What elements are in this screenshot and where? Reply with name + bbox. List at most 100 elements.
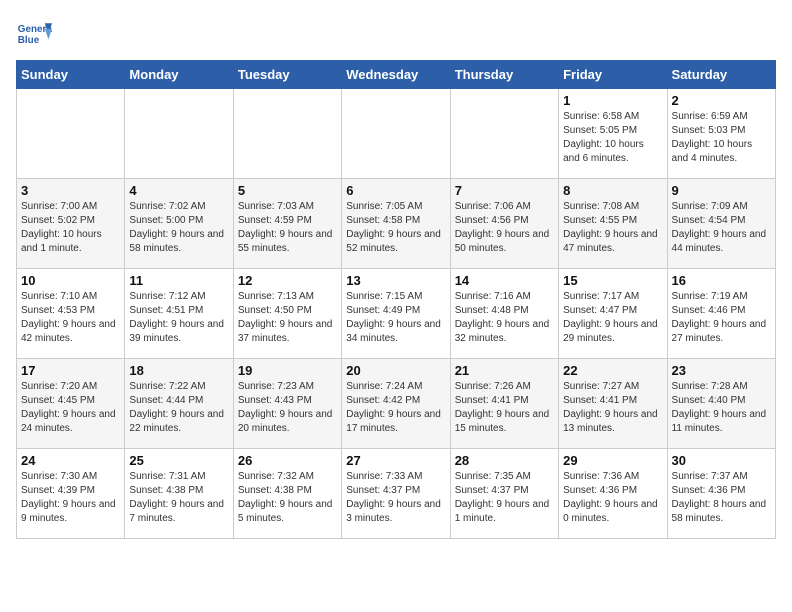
weekday-header: Tuesday — [233, 61, 341, 89]
day-info: Sunrise: 7:37 AM Sunset: 4:36 PM Dayligh… — [672, 470, 771, 526]
calendar-cell: 9 Sunrise: 7:09 AM Sunset: 4:54 PM Daylig… — [667, 179, 775, 269]
day-number: 1 — [563, 93, 662, 108]
day-number: 9 — [672, 183, 771, 198]
day-number: 29 — [563, 453, 662, 468]
calendar-cell: 12 Sunrise: 7:13 AM Sunset: 4:50 PM Dayli… — [233, 269, 341, 359]
day-info: Sunrise: 7:36 AM Sunset: 4:36 PM Dayligh… — [563, 470, 662, 526]
calendar-cell: 3Sunrise: 7:00 AM Sunset: 5:02 PM Daylig… — [17, 179, 125, 269]
day-number: 18 — [129, 363, 228, 378]
calendar-cell: 10 Sunrise: 7:10 AM Sunset: 4:53 PM Dayli… — [17, 269, 125, 359]
calendar-cell — [125, 89, 233, 179]
calendar-cell: 6 Sunrise: 7:05 AM Sunset: 4:58 PM Daylig… — [342, 179, 450, 269]
day-number: 28 — [455, 453, 554, 468]
calendar-cell: 15Sunrise: 7:17 AM Sunset: 4:47 PM Dayli… — [559, 269, 667, 359]
day-info: Sunrise: 6:59 AM Sunset: 5:03 PM Dayligh… — [672, 110, 771, 166]
day-info: Sunrise: 7:19 AM Sunset: 4:46 PM Dayligh… — [672, 290, 771, 346]
day-info: Sunrise: 7:33 AM Sunset: 4:37 PM Dayligh… — [346, 470, 445, 526]
day-number: 11 — [129, 273, 228, 288]
calendar-cell: 7 Sunrise: 7:06 AM Sunset: 4:56 PM Daylig… — [450, 179, 558, 269]
calendar-cell: 29 Sunrise: 7:36 AM Sunset: 4:36 PM Dayli… — [559, 449, 667, 539]
weekday-header-row: SundayMondayTuesdayWednesdayThursdayFrid… — [17, 61, 776, 89]
day-number: 2 — [672, 93, 771, 108]
weekday-header: Wednesday — [342, 61, 450, 89]
day-info: Sunrise: 7:27 AM Sunset: 4:41 PM Dayligh… — [563, 380, 662, 436]
day-number: 30 — [672, 453, 771, 468]
calendar-cell: 13 Sunrise: 7:15 AM Sunset: 4:49 PM Dayli… — [342, 269, 450, 359]
day-number: 25 — [129, 453, 228, 468]
calendar-cell: 14 Sunrise: 7:16 AM Sunset: 4:48 PM Dayli… — [450, 269, 558, 359]
day-info: Sunrise: 7:03 AM Sunset: 4:59 PM Dayligh… — [238, 200, 337, 256]
weekday-header: Monday — [125, 61, 233, 89]
calendar-table: SundayMondayTuesdayWednesdayThursdayFrid… — [16, 60, 776, 539]
calendar-cell: 20 Sunrise: 7:24 AM Sunset: 4:42 PM Dayli… — [342, 359, 450, 449]
day-number: 24 — [21, 453, 120, 468]
weekday-header: Thursday — [450, 61, 558, 89]
calendar-cell — [17, 89, 125, 179]
day-number: 10 — [21, 273, 120, 288]
day-number: 16 — [672, 273, 771, 288]
calendar-cell — [233, 89, 341, 179]
calendar-cell: 17 Sunrise: 7:20 AM Sunset: 4:45 PM Dayli… — [17, 359, 125, 449]
day-number: 5 — [238, 183, 337, 198]
day-info: Sunrise: 7:16 AM Sunset: 4:48 PM Dayligh… — [455, 290, 554, 346]
day-number: 23 — [672, 363, 771, 378]
calendar-cell: 16 Sunrise: 7:19 AM Sunset: 4:46 PM Dayli… — [667, 269, 775, 359]
day-info: Sunrise: 7:30 AM Sunset: 4:39 PM Dayligh… — [21, 470, 120, 526]
calendar-cell — [342, 89, 450, 179]
day-info: Sunrise: 7:05 AM Sunset: 4:58 PM Dayligh… — [346, 200, 445, 256]
day-info: Sunrise: 6:58 AM Sunset: 5:05 PM Dayligh… — [563, 110, 662, 166]
day-number: 8 — [563, 183, 662, 198]
day-number: 27 — [346, 453, 445, 468]
calendar-cell — [450, 89, 558, 179]
calendar-cell: 23 Sunrise: 7:28 AM Sunset: 4:40 PM Dayli… — [667, 359, 775, 449]
calendar-cell: 11 Sunrise: 7:12 AM Sunset: 4:51 PM Dayli… — [125, 269, 233, 359]
day-number: 17 — [21, 363, 120, 378]
svg-text:Blue: Blue — [18, 35, 40, 46]
calendar-cell: 19Sunrise: 7:23 AM Sunset: 4:43 PM Dayli… — [233, 359, 341, 449]
day-info: Sunrise: 7:13 AM Sunset: 4:50 PM Dayligh… — [238, 290, 337, 346]
calendar-week-row: 10 Sunrise: 7:10 AM Sunset: 4:53 PM Dayli… — [17, 269, 776, 359]
day-info: Sunrise: 7:10 AM Sunset: 4:53 PM Dayligh… — [21, 290, 120, 346]
day-info: Sunrise: 7:32 AM Sunset: 4:38 PM Dayligh… — [238, 470, 337, 526]
day-info: Sunrise: 7:06 AM Sunset: 4:56 PM Dayligh… — [455, 200, 554, 256]
day-number: 21 — [455, 363, 554, 378]
calendar-cell: 5 Sunrise: 7:03 AM Sunset: 4:59 PM Daylig… — [233, 179, 341, 269]
calendar-cell: 28 Sunrise: 7:35 AM Sunset: 4:37 PM Dayli… — [450, 449, 558, 539]
calendar-cell: 27 Sunrise: 7:33 AM Sunset: 4:37 PM Dayli… — [342, 449, 450, 539]
day-number: 7 — [455, 183, 554, 198]
day-info: Sunrise: 7:28 AM Sunset: 4:40 PM Dayligh… — [672, 380, 771, 436]
day-number: 20 — [346, 363, 445, 378]
day-number: 13 — [346, 273, 445, 288]
day-info: Sunrise: 7:20 AM Sunset: 4:45 PM Dayligh… — [21, 380, 120, 436]
day-info: Sunrise: 7:17 AM Sunset: 4:47 PM Dayligh… — [563, 290, 662, 346]
day-number: 4 — [129, 183, 228, 198]
calendar-cell: 22Sunrise: 7:27 AM Sunset: 4:41 PM Dayli… — [559, 359, 667, 449]
day-info: Sunrise: 7:31 AM Sunset: 4:38 PM Dayligh… — [129, 470, 228, 526]
day-info: Sunrise: 7:24 AM Sunset: 4:42 PM Dayligh… — [346, 380, 445, 436]
weekday-header: Friday — [559, 61, 667, 89]
day-number: 12 — [238, 273, 337, 288]
day-info: Sunrise: 7:22 AM Sunset: 4:44 PM Dayligh… — [129, 380, 228, 436]
day-info: Sunrise: 7:15 AM Sunset: 4:49 PM Dayligh… — [346, 290, 445, 346]
weekday-header: Saturday — [667, 61, 775, 89]
calendar-cell: 26 Sunrise: 7:32 AM Sunset: 4:38 PM Dayli… — [233, 449, 341, 539]
logo-icon: General Blue — [16, 16, 52, 52]
day-number: 26 — [238, 453, 337, 468]
day-number: 3 — [21, 183, 120, 198]
logo: General Blue — [16, 16, 52, 52]
calendar-cell: 24 Sunrise: 7:30 AM Sunset: 4:39 PM Dayli… — [17, 449, 125, 539]
day-info: Sunrise: 7:08 AM Sunset: 4:55 PM Dayligh… — [563, 200, 662, 256]
day-number: 14 — [455, 273, 554, 288]
calendar-cell: 25 Sunrise: 7:31 AM Sunset: 4:38 PM Dayli… — [125, 449, 233, 539]
day-info: Sunrise: 7:26 AM Sunset: 4:41 PM Dayligh… — [455, 380, 554, 436]
calendar-cell: 18 Sunrise: 7:22 AM Sunset: 4:44 PM Dayli… — [125, 359, 233, 449]
calendar-cell: 8 Sunrise: 7:08 AM Sunset: 4:55 PM Daylig… — [559, 179, 667, 269]
page-header: General Blue — [16, 16, 776, 52]
calendar-cell: 4Sunrise: 7:02 AM Sunset: 5:00 PM Daylig… — [125, 179, 233, 269]
day-number: 6 — [346, 183, 445, 198]
calendar-week-row: 1 Sunrise: 6:58 AM Sunset: 5:05 PM Daylig… — [17, 89, 776, 179]
calendar-week-row: 3Sunrise: 7:00 AM Sunset: 5:02 PM Daylig… — [17, 179, 776, 269]
day-info: Sunrise: 7:12 AM Sunset: 4:51 PM Dayligh… — [129, 290, 228, 346]
day-info: Sunrise: 7:35 AM Sunset: 4:37 PM Dayligh… — [455, 470, 554, 526]
day-info: Sunrise: 7:09 AM Sunset: 4:54 PM Dayligh… — [672, 200, 771, 256]
